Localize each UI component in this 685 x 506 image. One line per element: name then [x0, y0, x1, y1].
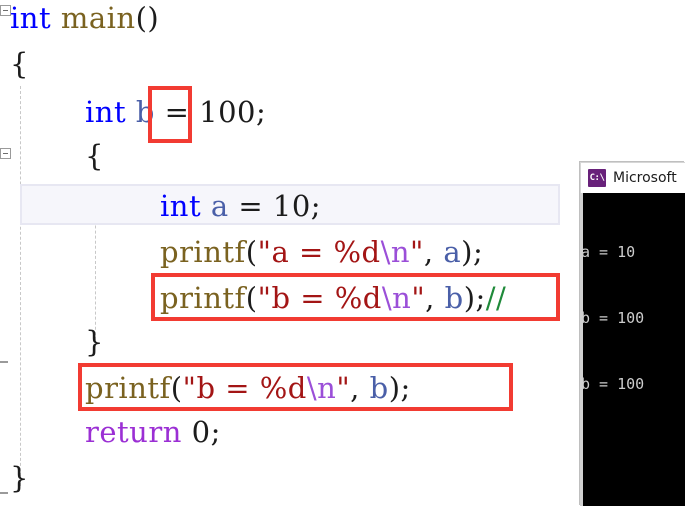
token-keyword-int: int	[85, 95, 127, 129]
token-keyword-int: int	[10, 1, 52, 35]
code-line-7[interactable]: printf("b = %d\n", b);//	[160, 284, 506, 313]
token-comma: ,	[423, 235, 444, 269]
token-variable-a: a	[443, 235, 462, 269]
collapse-line-top	[0, 361, 8, 363]
token-number-100: 100	[199, 95, 257, 129]
token-function-printf: printf	[160, 281, 246, 315]
token-semicolon: ;	[310, 189, 322, 223]
token-escape-newline: \n	[380, 235, 411, 269]
code-line-1[interactable]: int main()	[10, 4, 159, 33]
console-output-area[interactable]: a = 10 b = 100 b = 100 F:\bit-clas 要在调试停…	[580, 193, 685, 506]
token-escape-newline: \n	[381, 281, 412, 315]
token-string-close: "	[411, 281, 426, 315]
token-variable-b: b	[369, 371, 389, 405]
console-output-blank-line	[581, 439, 685, 461]
token-open-paren: (	[245, 281, 258, 315]
code-line-4[interactable]: {	[85, 142, 104, 171]
token-number-10: 10	[272, 189, 311, 223]
token-string-b: "b = %d	[257, 281, 382, 315]
token-open-paren: (	[170, 371, 183, 405]
token-function-main: main	[60, 1, 136, 35]
token-escape-newline: \n	[306, 371, 337, 405]
token-semicolon: ;	[256, 95, 267, 129]
code-line-5[interactable]: int a = 10;	[160, 192, 321, 221]
token-open-paren: (	[245, 235, 258, 269]
token-close-paren-semicolon: );	[388, 371, 411, 405]
token-keyword-return: return	[85, 415, 182, 449]
code-line-8[interactable]: }	[85, 328, 104, 357]
token-string-close: "	[336, 371, 351, 405]
token-variable-b: b	[135, 95, 155, 129]
token-keyword-int: int	[160, 189, 202, 223]
token-number-0: 0	[191, 415, 211, 449]
token-string-close: "	[410, 235, 424, 269]
token-string-b: "b = %d	[182, 371, 307, 405]
code-line-10[interactable]: return 0;	[85, 418, 221, 447]
console-icon: C:\	[588, 169, 606, 187]
token-close-paren-semicolon: );	[463, 281, 486, 315]
console-output-line: b = 100	[581, 309, 645, 327]
token-assign: =	[154, 95, 200, 129]
console-icon-glyph: C:\	[589, 173, 605, 183]
console-output-line: b = 100	[581, 375, 645, 393]
token-function-printf: printf	[85, 371, 171, 405]
token-function-printf: printf	[160, 235, 246, 269]
console-output-line: a = 10	[581, 243, 636, 261]
token-variable-b: b	[444, 281, 464, 315]
collapse-marker-inner-block[interactable]	[0, 148, 11, 159]
indent-guide-level-1	[20, 86, 21, 486]
console-window[interactable]: C:\ Microsoft a = 10 b = 100 b = 100 F:\…	[580, 162, 685, 506]
code-line-3[interactable]: int b = 100;	[85, 98, 266, 127]
console-titlebar[interactable]: C:\ Microsoft	[580, 162, 685, 193]
collapse-line-bottom	[0, 492, 8, 494]
token-comma: ,	[350, 371, 370, 405]
token-comment: //	[485, 281, 507, 315]
token-string-a: "a = %d	[257, 235, 381, 269]
token-variable-a: a	[210, 189, 229, 223]
code-line-9[interactable]: printf("b = %d\n", b);	[85, 374, 411, 403]
token-comma: ,	[425, 281, 445, 315]
token-assign: =	[228, 189, 273, 223]
console-left-edge	[580, 193, 583, 506]
token-close-paren-semicolon: );	[461, 235, 484, 269]
code-line-11[interactable]: }	[10, 464, 29, 493]
console-window-title: Microsoft	[613, 170, 677, 186]
token-semicolon: ;	[210, 415, 221, 449]
token-parens: ()	[135, 1, 160, 35]
code-line-2[interactable]: {	[10, 50, 29, 79]
code-line-6[interactable]: printf("a = %d\n", a);	[160, 238, 483, 267]
